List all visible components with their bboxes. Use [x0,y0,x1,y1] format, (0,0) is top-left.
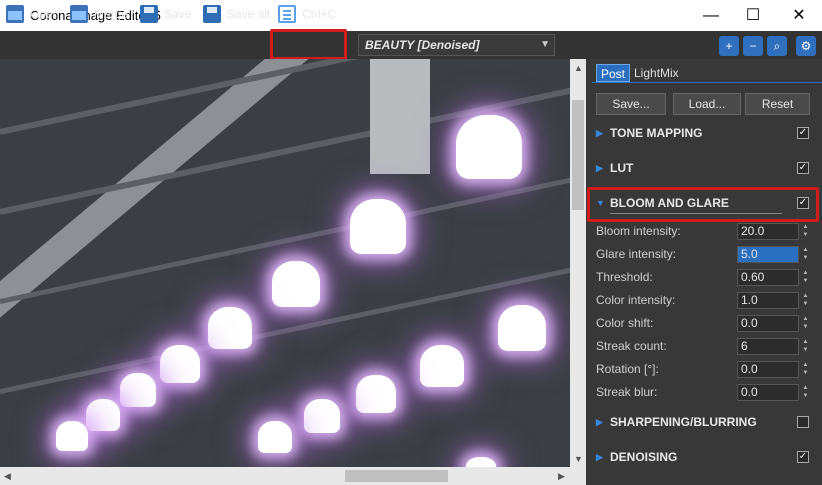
image-lamp [356,375,396,413]
section-label: TONE MAPPING [610,126,703,140]
render-pass-dropdown[interactable]: BEAUTY [Denoised] ▼ [358,34,555,56]
section-tone-mapping[interactable]: ▶ TONE MAPPING [596,123,814,143]
render-pass-value: BEAUTY [Denoised] [365,38,480,52]
image-lamp [466,457,496,467]
copy-label: Ctrl+C [302,7,337,21]
streak-blur-spinner[interactable]: ▲ ▼ [801,384,810,401]
image-lamp [272,261,320,307]
tone-mapping-checkbox[interactable]: ✓ [797,127,809,139]
settings-gear-icon[interactable]: ⚙ [796,36,816,56]
streak-blur-label: Streak blur: [596,385,658,399]
color-intensity-spinner[interactable]: ▲ ▼ [801,292,810,309]
zoom-out-icon[interactable]: − [743,36,763,56]
bloom-section-highlight [587,187,819,222]
bloom-intensity-label: Bloom intensity: [596,224,681,238]
glare-intensity-label: Glare intensity: [596,247,677,261]
section-label: SHARPENING/BLURRING [610,415,757,429]
save-label: Save [164,7,192,21]
threshold-input[interactable]: 0.60 [737,269,799,286]
threshold-spinner[interactable]: ▲ ▼ [801,269,810,286]
color-shift-input[interactable]: 0.0 [737,315,799,332]
section-sharpening-blurring[interactable]: ▶ SHARPENING/BLURRING [596,412,814,432]
image-lamp [420,345,464,387]
sharpening-checkbox[interactable] [797,416,809,428]
horizontal-scroll-thumb[interactable] [345,470,448,482]
streak-count-spinner[interactable]: ▲ ▼ [801,338,810,355]
copy-to-clipboard-button[interactable]: Ctrl+C [278,4,340,24]
close-button[interactable]: ✕ [776,0,822,31]
folder-merge-icon [70,5,88,23]
color-shift-label: Color shift: [596,316,654,330]
folder-open-icon [6,5,24,23]
floppy-save-icon [140,5,158,23]
horizontal-scrollbar[interactable] [0,467,586,485]
maximize-button[interactable]: ☐ [730,0,776,31]
color-shift-spinner[interactable]: ▲ ▼ [801,315,810,332]
open-button[interactable]: Open [6,4,64,24]
rotation-spinner[interactable]: ▲ ▼ [801,361,810,378]
section-label: DENOISING [610,450,678,464]
floppy-save-all-icon [203,5,221,23]
rotation-label: Rotation [°]: [596,362,659,376]
tab-lightmix[interactable]: LightMix [630,64,683,82]
glare-intensity-input[interactable]: 5.0 [737,246,799,263]
image-lamp [304,399,340,433]
expand-arrow-icon: ▶ [596,452,603,462]
streak-count-label: Streak count: [596,339,667,353]
zoom-in-icon[interactable]: + [719,36,739,56]
chevron-down-icon: ▼ [540,39,550,50]
image-lamp [456,115,522,179]
minimize-button[interactable]: — [688,0,734,31]
glare-intensity-spinner[interactable]: ▲ ▼ [801,246,810,263]
merge-button[interactable]: Merge [70,4,132,24]
zoom-fit-icon[interactable]: ⌕ [767,36,787,56]
image-lamp [258,421,292,453]
merge-label: Merge [94,7,129,21]
image-lamp [86,399,120,431]
bloom-intensity-input[interactable]: 20.0 [737,223,799,240]
copy-button-highlight [270,29,347,60]
tab-underline [592,82,822,83]
section-denoising[interactable]: ▶ DENOISING [596,447,814,467]
threshold-label: Threshold: [596,270,653,284]
image-pipe [370,59,430,174]
save-all-label: Save all [227,7,270,21]
preset-reset-button[interactable]: Reset [745,93,810,115]
image-lamp [120,373,156,407]
denoising-checkbox[interactable]: ✓ [797,451,809,463]
bloom-intensity-spinner[interactable]: ▲ ▼ [801,223,810,240]
scroll-left-arrow-icon[interactable]: ◀ [4,471,11,482]
color-intensity-input[interactable]: 1.0 [737,292,799,309]
scroll-down-arrow-icon[interactable]: ▼ [574,454,583,464]
preset-load-button[interactable]: Load... [673,93,741,115]
expand-arrow-icon: ▶ [596,417,603,427]
preset-save-button[interactable]: Save... [596,93,666,115]
save-all-button[interactable]: Save all [203,4,270,24]
image-lamp [56,421,88,451]
streak-blur-input[interactable]: 0.0 [737,384,799,401]
image-lamp [498,305,546,351]
expand-arrow-icon: ▶ [596,128,603,138]
section-label: LUT [610,161,634,175]
image-lamp [350,199,406,254]
lut-checkbox[interactable]: ✓ [797,162,809,174]
tab-post[interactable]: Post [596,64,631,82]
image-lamp [160,345,200,383]
save-button[interactable]: Save [140,4,196,24]
image-viewport[interactable] [0,59,570,467]
color-intensity-label: Color intensity: [596,293,676,307]
streak-count-input[interactable]: 6 [737,338,799,355]
scroll-up-arrow-icon[interactable]: ▲ [574,63,583,73]
rotation-input[interactable]: 0.0 [737,361,799,378]
image-lamp [208,307,252,349]
section-lut[interactable]: ▶ LUT [596,158,814,178]
open-label: Open [30,7,60,21]
expand-arrow-icon: ▶ [596,163,603,173]
vertical-scroll-thumb[interactable] [572,100,584,210]
clipboard-icon [278,5,296,23]
scroll-right-arrow-icon[interactable]: ▶ [558,471,565,482]
